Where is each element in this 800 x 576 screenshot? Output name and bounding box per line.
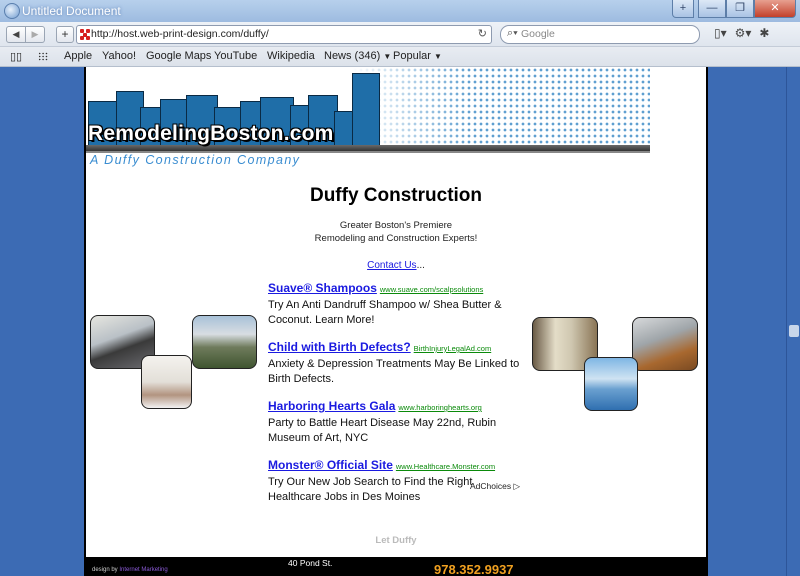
ad-item: Suave® Shampoos www.suave.com/scalpsoluti…: [268, 279, 524, 327]
ad-url-link[interactable]: www.harboringhearts.org: [398, 403, 481, 412]
page-subheading: Greater Boston's Premiere Remodeling and…: [86, 220, 706, 245]
toolbar-right-buttons: ▯▾ ⚙▾ ✱: [714, 26, 769, 40]
ad-description: Anxiety & Depression Treatments May Be L…: [268, 358, 520, 385]
kitchen-cabinets-photo: [632, 317, 698, 371]
search-icon: ⌕▾: [507, 27, 518, 39]
bookmark-youtube[interactable]: YouTube: [214, 50, 257, 62]
bookmarks-bar: ▯▯ Apple Yahoo! Google Maps YouTube Wiki…: [0, 47, 800, 67]
ad-title-link[interactable]: Monster® Official Site: [268, 458, 393, 472]
web-page: RemodelingBoston.com A Duffy Constructio…: [84, 67, 708, 576]
bookmark-popular[interactable]: Popular ▼: [393, 50, 442, 62]
ad-url-link[interactable]: BirthInjuryLegalAd.com: [414, 344, 492, 353]
design-credit: design by Internet Marketing: [92, 567, 168, 573]
skyline-building: [352, 73, 380, 149]
footer-phone: 978.352.9937: [434, 562, 514, 576]
bookmark-yahoo[interactable]: Yahoo!: [102, 50, 136, 62]
contact-us-link[interactable]: Contact Us: [367, 260, 416, 271]
house-photo: [192, 315, 257, 369]
site-banner: RemodelingBoston.com: [86, 67, 650, 153]
ad-item: Harboring Hearts Gala www.harboringhearts…: [268, 397, 524, 445]
back-button[interactable]: ◀: [6, 26, 26, 43]
design-credit-link[interactable]: Internet Marketing: [119, 567, 167, 573]
contact-suffix: ...: [416, 260, 425, 271]
patio-photo: [584, 357, 638, 411]
window-controls: + — ❐ ✕: [672, 0, 796, 18]
adchoices-link[interactable]: AdChoices ▷: [470, 481, 520, 492]
contact-line: Contact Us...: [86, 260, 706, 271]
ad-url-link[interactable]: www.Healthcare.Monster.com: [396, 462, 495, 471]
bookmark-apple[interactable]: Apple: [64, 50, 92, 62]
scrollbar-thumb[interactable]: [789, 325, 799, 337]
search-input[interactable]: ⌕▾ Google: [500, 25, 700, 44]
reading-list-icon[interactable]: ▯▯: [10, 50, 22, 63]
footer-address: 40 Pond St.: [288, 558, 333, 568]
page-heading: Duffy Construction: [309, 185, 483, 206]
bathroom-photo: [141, 355, 192, 409]
close-button[interactable]: ✕: [754, 0, 796, 18]
maximize-button[interactable]: ❐: [726, 0, 754, 18]
title-bar: Untitled Document + — ❐ ✕: [0, 0, 800, 22]
banner-dot-pattern: [352, 67, 650, 153]
site-tagline: A Duffy Construction Company: [90, 153, 301, 167]
address-bar[interactable]: http://host.web-print-design.com/duffy/ …: [76, 25, 492, 44]
browser-globe-icon: [4, 3, 20, 19]
forward-button[interactable]: ▶: [26, 26, 45, 43]
ad-url-link[interactable]: www.suave.com/scalpsolutions: [380, 285, 483, 294]
subheading-line: Remodeling and Construction Experts!: [314, 232, 478, 244]
let-duffy-text: Let Duffy: [375, 535, 417, 546]
page-viewport: RemodelingBoston.com A Duffy Constructio…: [0, 67, 786, 576]
chevron-down-icon: ▼: [383, 52, 392, 61]
bug-icon[interactable]: ✱: [759, 26, 769, 40]
page-menu-icon[interactable]: ▯▾: [714, 26, 727, 40]
subheading-line: Greater Boston's Premiere: [339, 220, 453, 231]
site-footer: design by Internet Marketing 40 Pond St.…: [86, 557, 706, 576]
url-text: http://host.web-print-design.com/duffy/: [91, 28, 269, 40]
minimize-button[interactable]: —: [698, 0, 726, 18]
bookmark-news[interactable]: News (346) ▼: [324, 50, 391, 62]
design-credit-prefix: design by: [92, 567, 118, 573]
ad-item: Child with Birth Defects? BirthInjuryLega…: [268, 338, 524, 386]
ad-title-link[interactable]: Child with Birth Defects?: [268, 340, 411, 354]
vertical-scrollbar[interactable]: [786, 67, 800, 576]
ad-title-link[interactable]: Harboring Hearts Gala: [268, 399, 395, 413]
bookmark-wikipedia[interactable]: Wikipedia: [267, 50, 315, 62]
ad-description: Try An Anti Dandruff Shampoo w/ Shea But…: [268, 299, 502, 326]
ad-title-link[interactable]: Suave® Shampoos: [268, 281, 377, 295]
top-sites-grid-icon[interactable]: [38, 52, 48, 61]
window-title: Untitled Document: [22, 4, 121, 18]
ad-list: Suave® Shampoos www.suave.com/scalpsoluti…: [268, 279, 524, 515]
new-window-button[interactable]: +: [672, 0, 694, 18]
ad-item: Monster® Official Site www.Healthcare.Mon…: [268, 456, 524, 504]
search-placeholder: Google: [521, 28, 555, 40]
add-bookmark-button[interactable]: +: [56, 26, 74, 43]
browser-toolbar: ◀ ▶ + http://host.web-print-design.com/d…: [0, 22, 800, 47]
site-logo-text[interactable]: RemodelingBoston.com: [88, 122, 334, 146]
settings-gear-icon[interactable]: ⚙▾: [735, 26, 752, 40]
ad-description: Party to Battle Heart Disease May 22nd, …: [268, 417, 497, 444]
chevron-down-icon: ▼: [433, 52, 442, 61]
nav-buttons: ◀ ▶: [6, 26, 45, 43]
reload-icon[interactable]: ↻: [478, 27, 487, 40]
bookmark-google-maps[interactable]: Google Maps: [146, 50, 211, 62]
